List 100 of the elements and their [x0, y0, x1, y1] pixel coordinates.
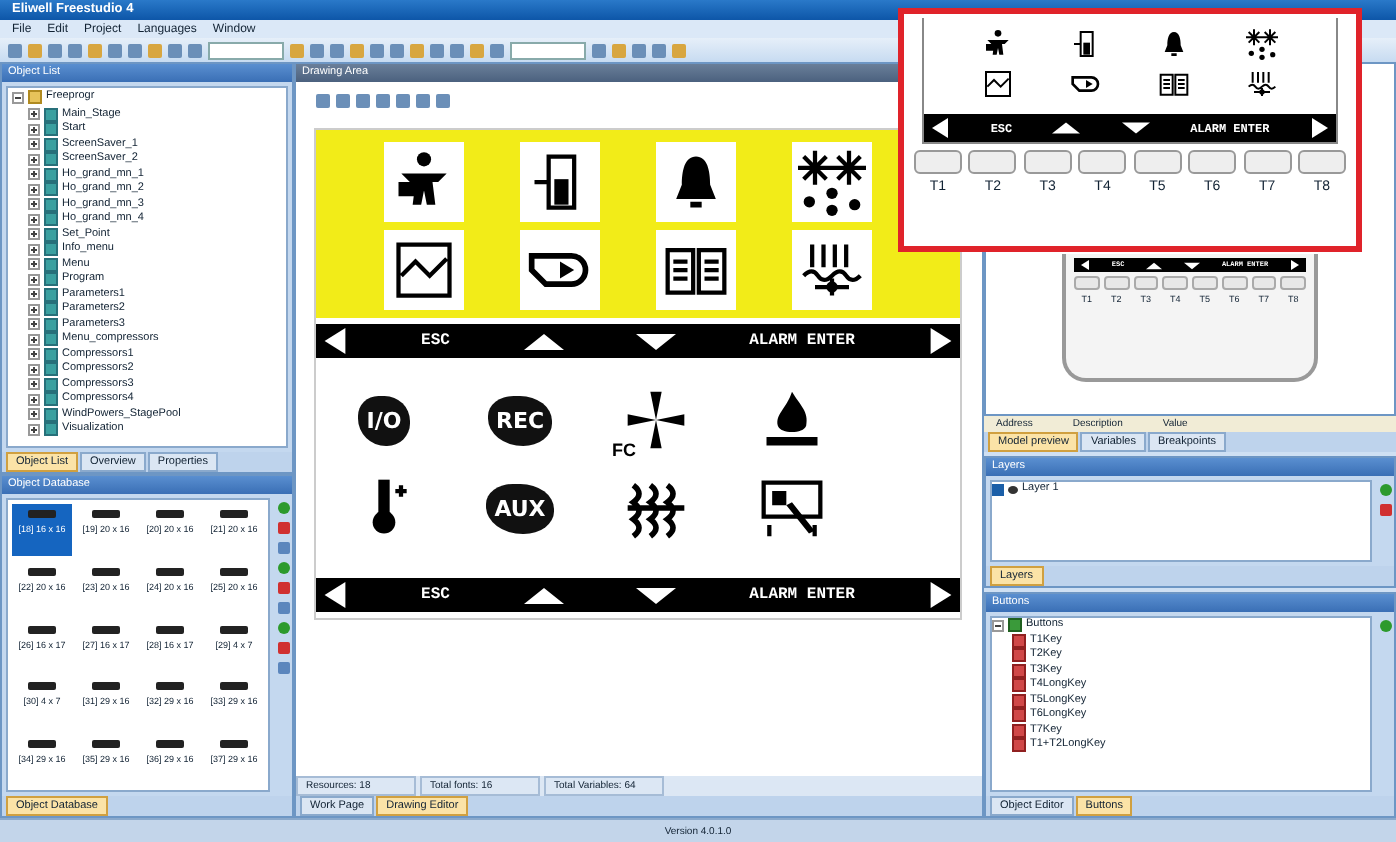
- key-button[interactable]: [1074, 276, 1100, 290]
- expander-icon[interactable]: [28, 138, 40, 151]
- nav-label: ESC: [421, 586, 450, 604]
- expander-icon[interactable]: [28, 273, 40, 286]
- chart-icon: [390, 236, 458, 304]
- down-arrow-icon: [1121, 122, 1150, 134]
- glyph-icon: [220, 740, 248, 749]
- key-button[interactable]: [1221, 276, 1247, 290]
- left-arrow-icon: [930, 118, 950, 138]
- up-arrow-icon: [1146, 261, 1163, 269]
- expander-icon[interactable]: [28, 198, 40, 211]
- glyph-icon: [28, 740, 56, 749]
- expander-icon[interactable]: [28, 183, 40, 196]
- key-button[interactable]: [1133, 150, 1182, 174]
- folder-icon: [28, 90, 42, 105]
- eye-icon[interactable]: [1008, 485, 1018, 494]
- glyph-icon: [92, 682, 120, 691]
- glyph-icon: [156, 567, 184, 576]
- expander-icon[interactable]: [28, 408, 40, 421]
- glyph-icon: [92, 625, 120, 634]
- snowflake-icon: [1246, 28, 1278, 60]
- glyph-icon: [28, 567, 56, 576]
- right-arrow-icon: [927, 582, 954, 608]
- up-arrow-icon: [1052, 122, 1081, 134]
- expander-icon[interactable]: [28, 318, 40, 331]
- glyph-icon: [220, 625, 248, 634]
- key-button[interactable]: [1133, 276, 1159, 290]
- layer-toggle[interactable]: [992, 483, 1004, 496]
- right-arrow-icon: [927, 328, 954, 354]
- expander-icon[interactable]: [12, 91, 24, 104]
- book-icon: [1158, 68, 1190, 100]
- group-icon: [1008, 618, 1022, 633]
- expander-icon[interactable]: [28, 258, 40, 271]
- key-button[interactable]: [1103, 276, 1129, 290]
- left-arrow-icon: [1080, 260, 1090, 270]
- expander-icon[interactable]: [28, 363, 40, 376]
- down-arrow-icon: [636, 587, 677, 603]
- expander-icon[interactable]: [28, 378, 40, 391]
- label-badge: I/O: [358, 395, 410, 445]
- expander-icon[interactable]: [28, 243, 40, 256]
- snowflake-icon: [798, 148, 866, 216]
- up-arrow-icon: [523, 333, 563, 349]
- glyph-icon: [156, 740, 184, 749]
- expander-icon[interactable]: [28, 348, 40, 361]
- add-button[interactable]: [1379, 620, 1391, 632]
- label-badge: AUX: [486, 483, 554, 533]
- expander-icon[interactable]: [28, 333, 40, 346]
- label-badge: REC: [487, 395, 553, 445]
- glyph-icon: [92, 567, 120, 576]
- dropdown-field[interactable]: [510, 41, 586, 59]
- glyph-icon: [220, 682, 248, 691]
- heater-icon: [1246, 68, 1278, 100]
- key-button[interactable]: [1243, 150, 1292, 174]
- expander-icon[interactable]: [28, 423, 40, 436]
- expander-icon[interactable]: [28, 228, 40, 241]
- left-arrow-icon: [322, 582, 348, 608]
- expander-icon[interactable]: [28, 108, 40, 121]
- key-button[interactable]: [1297, 150, 1346, 174]
- expander-icon[interactable]: [992, 619, 1004, 632]
- expander-icon[interactable]: [28, 123, 40, 136]
- key-button[interactable]: [1023, 150, 1072, 174]
- tool-icon: [758, 474, 826, 542]
- key-button[interactable]: [1162, 276, 1188, 290]
- person-icon: [982, 28, 1014, 60]
- delete-button[interactable]: [1379, 504, 1391, 516]
- nav-label: ALARM ENTER: [749, 586, 855, 604]
- nav-label: ESC: [421, 332, 450, 350]
- up-arrow-icon: [523, 587, 563, 603]
- expander-icon[interactable]: [28, 303, 40, 316]
- key-button[interactable]: [1280, 276, 1306, 290]
- key-button[interactable]: [914, 150, 962, 174]
- add-button[interactable]: [1379, 484, 1391, 496]
- expander-icon[interactable]: [28, 393, 40, 406]
- glyph-icon: [28, 510, 56, 518]
- glyph-icon: [92, 510, 120, 518]
- right-arrow-icon: [1309, 118, 1330, 138]
- glyph-icon: [92, 740, 120, 749]
- glyph-icon: [156, 682, 184, 691]
- left-arrow-icon: [322, 328, 348, 354]
- down-arrow-icon: [1184, 261, 1201, 269]
- key-button[interactable]: [968, 150, 1017, 174]
- down-arrow-icon: [636, 333, 677, 349]
- chart-icon: [982, 68, 1014, 100]
- expander-icon[interactable]: [28, 153, 40, 166]
- key-button[interactable]: [1251, 276, 1277, 290]
- expander-icon[interactable]: [28, 288, 40, 301]
- glyph-icon: [28, 625, 56, 634]
- icon-label: FC: [612, 440, 636, 460]
- expander-icon[interactable]: [28, 168, 40, 181]
- glyph-icon: [220, 510, 248, 518]
- dropdown-field[interactable]: [208, 41, 284, 59]
- key-button[interactable]: [1188, 150, 1237, 174]
- nav-label: ALARM ENTER: [749, 332, 855, 350]
- glyph-icon: [220, 567, 248, 576]
- right-arrow-icon: [1289, 260, 1300, 270]
- glyph-icon: [156, 625, 184, 634]
- expander-icon[interactable]: [28, 213, 40, 226]
- glyph-icon: [156, 510, 184, 518]
- key-button[interactable]: [1192, 276, 1218, 290]
- key-button[interactable]: [1078, 150, 1127, 174]
